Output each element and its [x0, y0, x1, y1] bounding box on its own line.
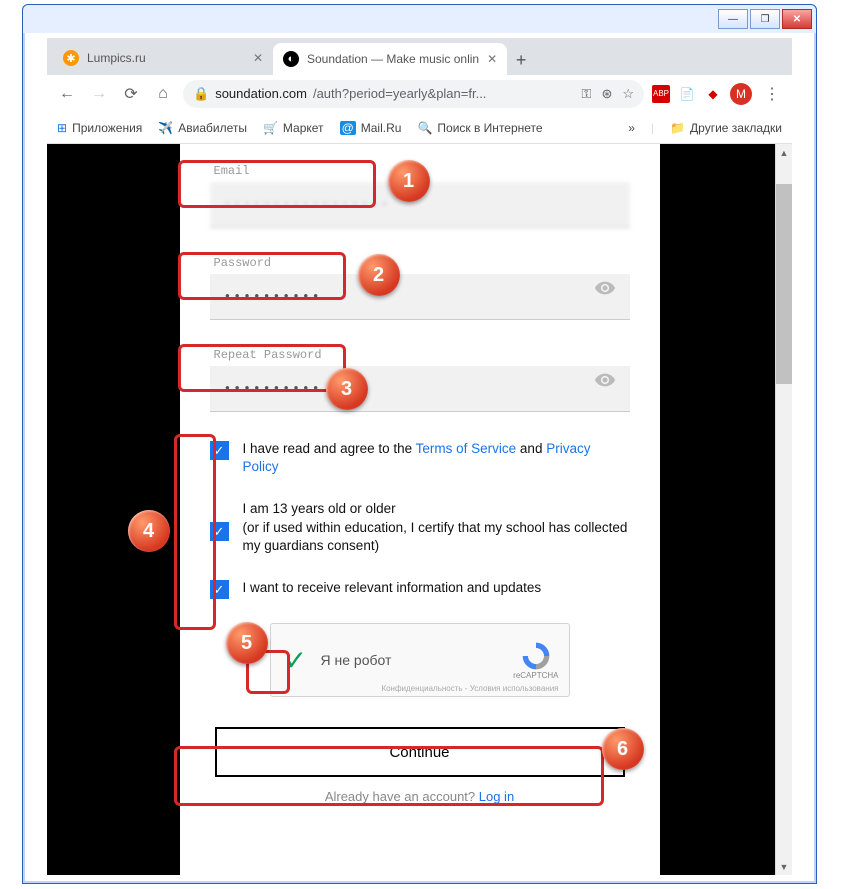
doc-icon[interactable]: 📄	[678, 85, 696, 103]
badge-1: 1	[388, 160, 430, 202]
viewport: Email Password Repeat Password ✓ I	[47, 144, 792, 875]
translate-icon[interactable]: ⊛	[601, 86, 612, 102]
url-domain: soundation.com	[215, 86, 307, 101]
window-frame: — ❐ ✕ ✱ Lumpics.ru ✕ ◐ Soundation — Make…	[22, 4, 817, 884]
window-close[interactable]: ✕	[782, 9, 812, 29]
updates-text: I want to receive relevant information a…	[243, 579, 542, 599]
favicon-lumpics: ✱	[63, 50, 79, 66]
signup-page: Email Password Repeat Password ✓ I	[180, 144, 660, 875]
badge-3: 3	[326, 368, 368, 410]
recaptcha-widget[interactable]: ✓ Я не робот reCAPTCHA Конфиденциальност…	[270, 623, 570, 697]
repeat-password-label: Repeat Password	[214, 348, 630, 362]
scroll-down-icon[interactable]: ▼	[776, 858, 792, 875]
repeat-password-field[interactable]	[210, 366, 630, 412]
nav-forward[interactable]: →	[87, 82, 111, 106]
window-minimize[interactable]: —	[718, 9, 748, 29]
login-footer: Already have an account? Log in	[210, 789, 630, 804]
apps-shortcut[interactable]: ⊞Приложения	[57, 121, 142, 135]
continue-button[interactable]: Continue	[215, 727, 625, 777]
recaptcha-label: Я не робот	[321, 652, 392, 668]
bm-mail[interactable]: @Mail.Ru	[340, 121, 402, 135]
new-tab-button[interactable]: +	[507, 46, 535, 74]
abp-icon[interactable]: ABP	[652, 85, 670, 103]
lock-icon: 🔒	[193, 86, 209, 102]
extensions: ABP 📄 ◆ M ⋮	[652, 82, 784, 106]
pdf-icon[interactable]: ◆	[704, 85, 722, 103]
password-field[interactable]	[210, 274, 630, 320]
bm-avia[interactable]: ✈️Авиабилеты	[158, 121, 247, 135]
omnibar: ← → ⟳ ⌂ 🔒 soundation.com/auth?period=yea…	[47, 74, 792, 112]
tab-close-icon[interactable]: ✕	[487, 52, 497, 66]
tos-checkbox[interactable]: ✓	[210, 441, 229, 460]
tab-title: Soundation — Make music onlin	[307, 52, 479, 66]
login-link[interactable]: Log in	[479, 789, 514, 804]
badge-2: 2	[358, 254, 400, 296]
tos-link[interactable]: Terms of Service	[416, 441, 517, 456]
tab-close-icon[interactable]: ✕	[253, 51, 263, 65]
nav-reload[interactable]: ⟳	[119, 82, 143, 106]
other-bookmarks[interactable]: 📁Другие закладки	[670, 121, 782, 135]
bm-market[interactable]: 🛒Маркет	[263, 121, 324, 135]
star-icon[interactable]: ☆	[622, 86, 634, 102]
age-text: I am 13 years old or older(or if used wi…	[243, 500, 630, 555]
scroll-up-icon[interactable]: ▲	[776, 144, 792, 161]
badge-5: 5	[226, 622, 268, 664]
badge-6: 6	[602, 728, 644, 770]
eye-icon[interactable]	[594, 277, 616, 299]
tab-lumpics[interactable]: ✱ Lumpics.ru ✕	[53, 42, 273, 74]
updates-checkbox[interactable]: ✓	[210, 580, 229, 599]
nav-back[interactable]: ←	[55, 82, 79, 106]
eye-icon[interactable]	[594, 369, 616, 391]
tab-title: Lumpics.ru	[87, 51, 146, 65]
bookmarks-bar: ⊞Приложения ✈️Авиабилеты 🛒Маркет @Mail.R…	[47, 112, 792, 144]
age-checkbox[interactable]: ✓	[210, 522, 229, 541]
chrome-browser: ✱ Lumpics.ru ✕ ◐ Soundation — Make music…	[47, 38, 792, 875]
scrollbar[interactable]: ▲ ▼	[775, 144, 792, 875]
url-bar[interactable]: 🔒 soundation.com/auth?period=yearly&plan…	[183, 80, 644, 108]
key-icon[interactable]: ⚿	[582, 86, 592, 102]
window-maximize[interactable]: ❐	[750, 9, 780, 29]
tabstrip: ✱ Lumpics.ru ✕ ◐ Soundation — Make music…	[47, 38, 792, 74]
profile-avatar[interactable]: M	[730, 83, 752, 105]
password-label: Password	[214, 256, 630, 270]
tos-text: I have read and agree to the Terms of Se…	[243, 440, 630, 476]
recaptcha-logo: reCAPTCHA	[513, 640, 558, 681]
recaptcha-privacy[interactable]: Конфиденциальность - Условия использован…	[381, 684, 558, 693]
bookmarks-overflow[interactable]: »	[628, 121, 635, 135]
scroll-thumb[interactable]	[776, 184, 792, 384]
bm-search[interactable]: 🔍Поиск в Интернете	[417, 121, 542, 135]
badge-4: 4	[128, 510, 170, 552]
nav-home[interactable]: ⌂	[151, 82, 175, 106]
tab-soundation[interactable]: ◐ Soundation — Make music onlin ✕	[273, 43, 507, 75]
recaptcha-check-icon: ✓	[281, 645, 311, 675]
window-titlebar: — ❐ ✕	[23, 5, 816, 33]
favicon-soundation: ◐	[283, 51, 299, 67]
chrome-menu[interactable]: ⋮	[760, 82, 784, 106]
url-path: /auth?period=yearly&plan=fr...	[313, 86, 486, 101]
